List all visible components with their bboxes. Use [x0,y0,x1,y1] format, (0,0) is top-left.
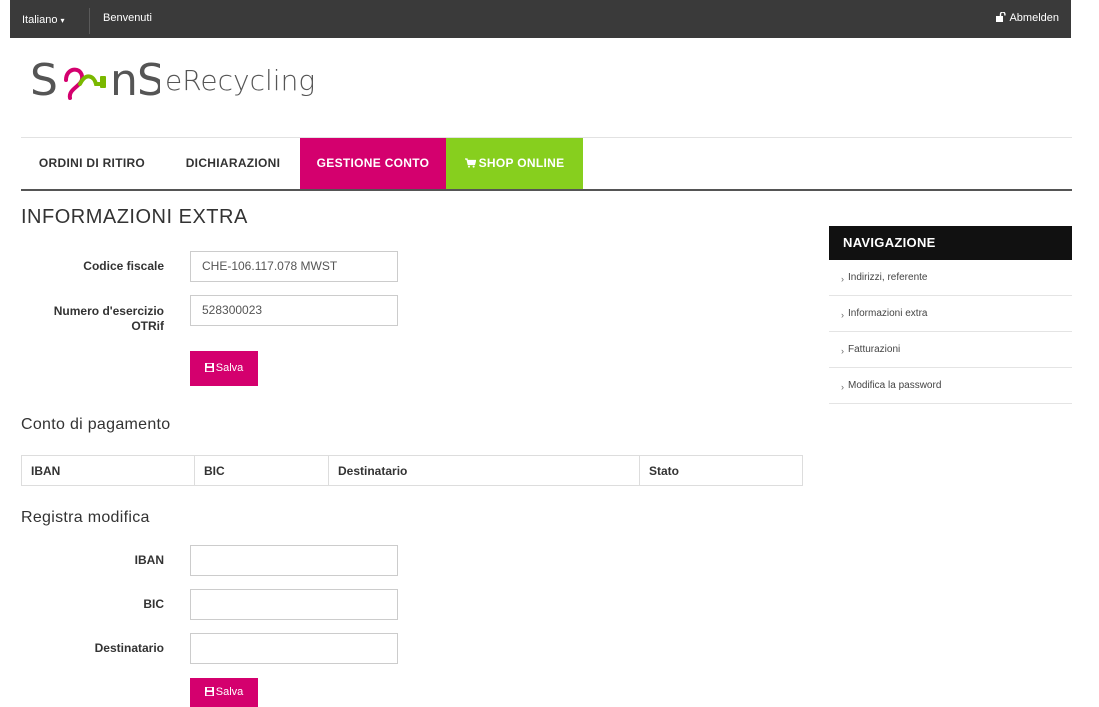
nav-item-label: GESTIONE CONTO [316,156,430,170]
codice-fiscale-field[interactable]: CHE-106.117.078 MWST [190,251,398,282]
sidebar-item-label: Modifica la password [848,380,942,391]
logout-label: Abmelden [1009,12,1059,24]
column-header-destinatario: Destinatario [328,455,640,486]
bic-input[interactable] [190,589,398,620]
logout-link[interactable]: Abmelden [996,11,1059,24]
payment-table: IBAN BIC Destinatario Stato [21,455,803,486]
sidebar-item-indirizzi[interactable]: › Indirizzi, referente [829,260,1072,296]
nav-item-dichiarazioni[interactable]: DICHIARAZIONI [166,138,300,189]
numero-esercizio-label-line1: Numero d'esercizio [53,304,164,318]
iban-label: IBAN [134,553,164,567]
page-title: INFORMAZIONI EXTRA [21,206,248,228]
numero-esercizio-field[interactable]: 528300023 [190,295,398,326]
unlock-icon [996,11,1006,22]
language-selector[interactable]: Italiano ▾ [22,14,65,26]
codice-fiscale-label: Codice fiscale [83,259,164,273]
sidebar-item-label: Informazioni extra [848,308,928,319]
column-header-bic: BIC [194,455,329,486]
numero-esercizio-label-line2: OTRif [131,319,164,333]
table-header-row: IBAN BIC Destinatario Stato [21,455,803,486]
iban-input[interactable] [190,545,398,576]
chevron-right-icon: › [841,382,844,392]
chevron-right-icon: › [841,346,844,356]
nav-item-shop-online[interactable]: SHOP ONLINE [446,138,583,189]
numero-esercizio-label: Numero d'esercizio OTRif [30,304,164,334]
save-extra-label: Salva [215,362,244,374]
nav-item-label: ORDINI DI RITIRO [38,156,146,170]
nav-divider-bottom [21,189,1072,191]
topbar-divider [89,8,90,34]
chevron-right-icon: › [841,310,844,320]
svg-text:S: S [30,55,58,106]
destinatario-input[interactable] [190,633,398,664]
payment-section-title: Conto di pagamento [21,416,171,433]
chevron-right-icon: › [841,274,844,284]
nav-item-label: DICHIARAZIONI [185,156,281,170]
top-bar: Italiano ▾ Benvenuti Abmelden [10,0,1071,38]
logo-tagline: eRecycling [165,64,316,97]
bic-label: BIC [143,597,164,611]
nav-item-label: SHOP ONLINE [478,156,565,170]
nav-item-ordini[interactable]: ORDINI DI RITIRO [21,138,163,189]
caret-down-icon: ▾ [60,16,65,25]
svg-text:n: n [110,55,138,106]
sidebar-item-label: Fatturazioni [848,344,901,355]
svg-text:S: S [137,55,160,106]
register-section-title: Registra modifica [21,509,150,526]
sidebar-item-label: Indirizzi, referente [848,272,928,283]
save-icon [204,363,214,372]
save-icon [204,687,214,696]
destinatario-label: Destinatario [94,641,164,655]
column-header-stato: Stato [639,455,803,486]
welcome-link[interactable]: Benvenuti [103,12,152,24]
sens-logo[interactable]: S n S eRecycling [30,50,315,110]
sidebar-navigation: NAVIGAZIONE › Indirizzi, referente › Infor… [829,226,1072,404]
save-register-label: Salva [215,686,244,698]
sidebar-item-informazioni-extra[interactable]: › Informazioni extra [829,296,1072,332]
sidebar-title: NAVIGAZIONE [829,226,1072,260]
nav-item-gestione-conto[interactable]: GESTIONE CONTO [300,138,446,189]
sidebar-item-modifica-password[interactable]: › Modifica la password [829,368,1072,404]
logo-wordmark: S n S [30,55,165,106]
save-extra-button[interactable]: Salva [190,351,258,386]
save-register-button[interactable]: Salva [190,678,258,707]
sidebar-item-fatturazioni[interactable]: › Fatturazioni [829,332,1072,368]
column-header-iban: IBAN [21,455,195,486]
language-label: Italiano [22,14,58,26]
cart-icon [464,158,476,168]
